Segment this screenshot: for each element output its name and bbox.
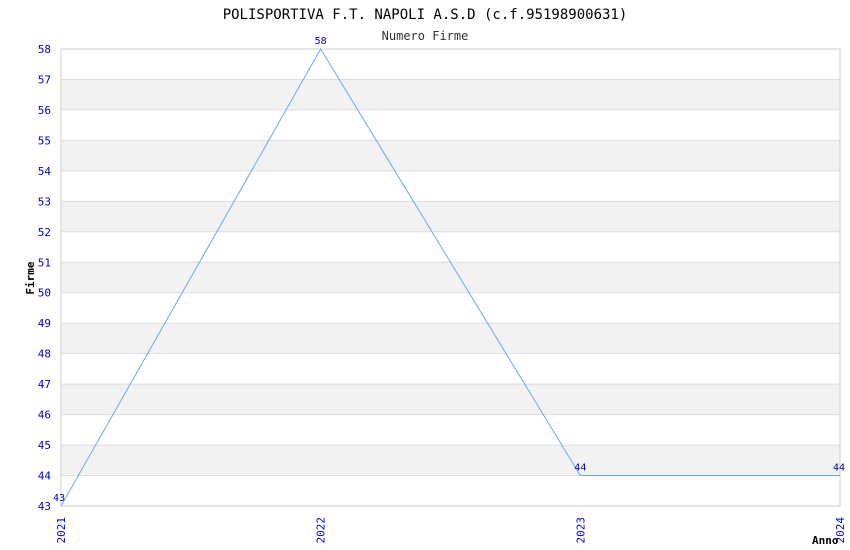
grid-band (61, 384, 840, 415)
grid-band (61, 262, 840, 293)
grid-band (61, 140, 840, 171)
x-tick-label: 2022 (315, 517, 328, 544)
y-tick-label: 53 (38, 195, 51, 208)
line-chart: POLISPORTIVA F.T. NAPOLI A.S.D (c.f.9519… (24, 7, 847, 547)
y-tick-label: 49 (38, 317, 51, 330)
y-tick-label: 54 (38, 165, 52, 178)
data-label: 43 (53, 493, 65, 504)
grid-band (61, 445, 840, 476)
y-tick-label: 52 (38, 226, 51, 239)
y-tick-label: 48 (38, 348, 51, 361)
y-tick-label: 44 (38, 470, 52, 483)
y-axis-ticks: 43 44 45 46 47 48 49 50 51 52 53 54 55 56 57 58 (38, 43, 52, 513)
grid-band (61, 201, 840, 232)
y-tick-label: 50 (38, 287, 51, 300)
y-tick-label: 57 (38, 73, 51, 86)
y-tick-label: 43 (38, 500, 51, 513)
y-tick-label: 47 (38, 378, 51, 391)
data-label: 44 (574, 463, 586, 474)
y-tick-label: 58 (38, 43, 51, 56)
data-label: 58 (315, 36, 327, 47)
y-tick-label: 45 (38, 439, 51, 452)
grid-band (61, 323, 840, 354)
x-tick-label: 2023 (574, 517, 587, 544)
x-tick-label: 2021 (55, 517, 68, 544)
grid-bands (61, 79, 840, 476)
data-label: 44 (833, 463, 845, 474)
y-axis-title: Firme (24, 261, 37, 294)
chart-title: POLISPORTIVA F.T. NAPOLI A.S.D (c.f.9519… (223, 7, 628, 23)
x-axis-ticks: 2021 2022 2023 2024 (55, 517, 847, 544)
grid-band (61, 79, 840, 110)
y-tick-label: 56 (38, 104, 51, 117)
y-tick-label: 51 (38, 256, 51, 269)
y-tick-label: 46 (38, 409, 51, 422)
x-axis-title: Anno (812, 534, 839, 547)
chart-subtitle: Numero Firme (382, 29, 469, 43)
y-tick-label: 55 (38, 134, 51, 147)
